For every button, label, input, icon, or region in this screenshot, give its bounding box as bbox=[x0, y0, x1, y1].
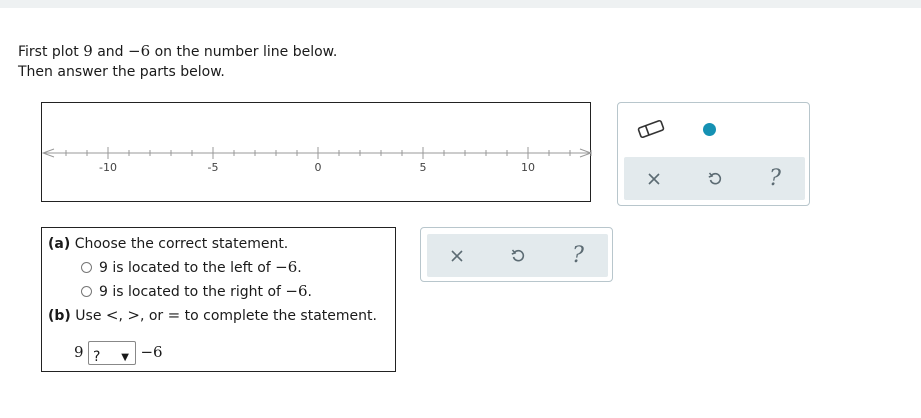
chevron-down-icon: ▼ bbox=[121, 352, 129, 363]
radio-button[interactable] bbox=[81, 262, 92, 273]
undo-icon bbox=[708, 172, 722, 184]
left-value: 9 bbox=[74, 343, 84, 361]
part-a-option-1[interactable]: 9 is located to the left of −6. bbox=[81, 258, 302, 277]
answer-help-button[interactable]: ? bbox=[553, 234, 603, 277]
part-a-text: Choose the correct statement. bbox=[70, 236, 289, 252]
help-icon: ? bbox=[572, 242, 584, 268]
tick-label: -5 bbox=[208, 161, 219, 174]
instructions: First plot 9 and −6 on the number line b… bbox=[18, 41, 337, 82]
part-b-label: (b) bbox=[48, 308, 71, 324]
part-b-prompt: (b) Use <, >, or = to complete the state… bbox=[48, 306, 377, 325]
answer-tool-panel: ? bbox=[420, 227, 613, 282]
graph-undo-button[interactable] bbox=[690, 157, 740, 200]
option-number: −6 bbox=[285, 282, 308, 300]
symbol-eq: = bbox=[167, 306, 181, 324]
answer-undo-button[interactable] bbox=[493, 234, 543, 277]
question-box: (a) Choose the correct statement. 9 is l… bbox=[41, 227, 396, 372]
radio-button[interactable] bbox=[81, 286, 92, 297]
part-a-label: (a) bbox=[48, 236, 71, 252]
top-bar bbox=[0, 0, 921, 8]
option-number: −6 bbox=[275, 258, 298, 276]
right-value: −6 bbox=[140, 343, 163, 361]
x-icon bbox=[451, 249, 463, 262]
tick-label: 10 bbox=[521, 161, 535, 174]
instruction-line-1: First plot 9 and −6 on the number line b… bbox=[18, 41, 337, 62]
answer-tool-bar: ? bbox=[427, 234, 608, 277]
tick-label: 5 bbox=[420, 161, 427, 174]
x-icon bbox=[648, 172, 660, 185]
point-tool-icon[interactable] bbox=[703, 123, 716, 136]
select-value: ? bbox=[93, 349, 101, 365]
answer-clear-button[interactable] bbox=[432, 234, 482, 277]
part-b-text: , or bbox=[139, 308, 168, 324]
part-a-prompt: (a) Choose the correct statement. bbox=[48, 235, 288, 253]
graph-tool-panel: ? bbox=[617, 102, 810, 206]
part-b-text: Use bbox=[70, 308, 106, 324]
part-b-statement: 9 ? ▼ −6 bbox=[74, 340, 163, 365]
instruction-line-2: Then answer the parts below. bbox=[18, 64, 225, 80]
comparison-select[interactable]: ? ▼ bbox=[88, 341, 136, 365]
option-text: 9 is located to the right of bbox=[99, 284, 286, 300]
number-line-svg[interactable]: -10 -5 0 5 10 bbox=[42, 103, 592, 203]
part-b-text: to complete the statement. bbox=[180, 308, 377, 324]
tick-label: -10 bbox=[99, 161, 117, 174]
option-text: . bbox=[307, 284, 312, 300]
eraser-icon[interactable] bbox=[636, 117, 666, 141]
option-text: 9 is located to the left of bbox=[99, 260, 276, 276]
graph-tool-bar: ? bbox=[624, 157, 805, 200]
graph-clear-button[interactable] bbox=[629, 157, 679, 200]
help-icon: ? bbox=[769, 165, 781, 191]
instruction-text: and bbox=[92, 44, 128, 60]
tick-label: 0 bbox=[315, 161, 322, 174]
instruction-number-a: 9 bbox=[83, 42, 93, 60]
instruction-number-b: −6 bbox=[128, 42, 151, 60]
symbol-gt: > bbox=[127, 306, 140, 324]
number-line-graph[interactable]: -10 -5 0 5 10 bbox=[41, 102, 592, 203]
option-text: . bbox=[297, 260, 302, 276]
undo-icon bbox=[511, 249, 525, 261]
instruction-text: on the number line below. bbox=[150, 44, 338, 60]
instruction-text: First plot bbox=[18, 44, 84, 60]
graph-help-button[interactable]: ? bbox=[750, 157, 800, 200]
part-a-option-2[interactable]: 9 is located to the right of −6. bbox=[81, 282, 312, 301]
symbol-lt: < bbox=[105, 306, 119, 324]
